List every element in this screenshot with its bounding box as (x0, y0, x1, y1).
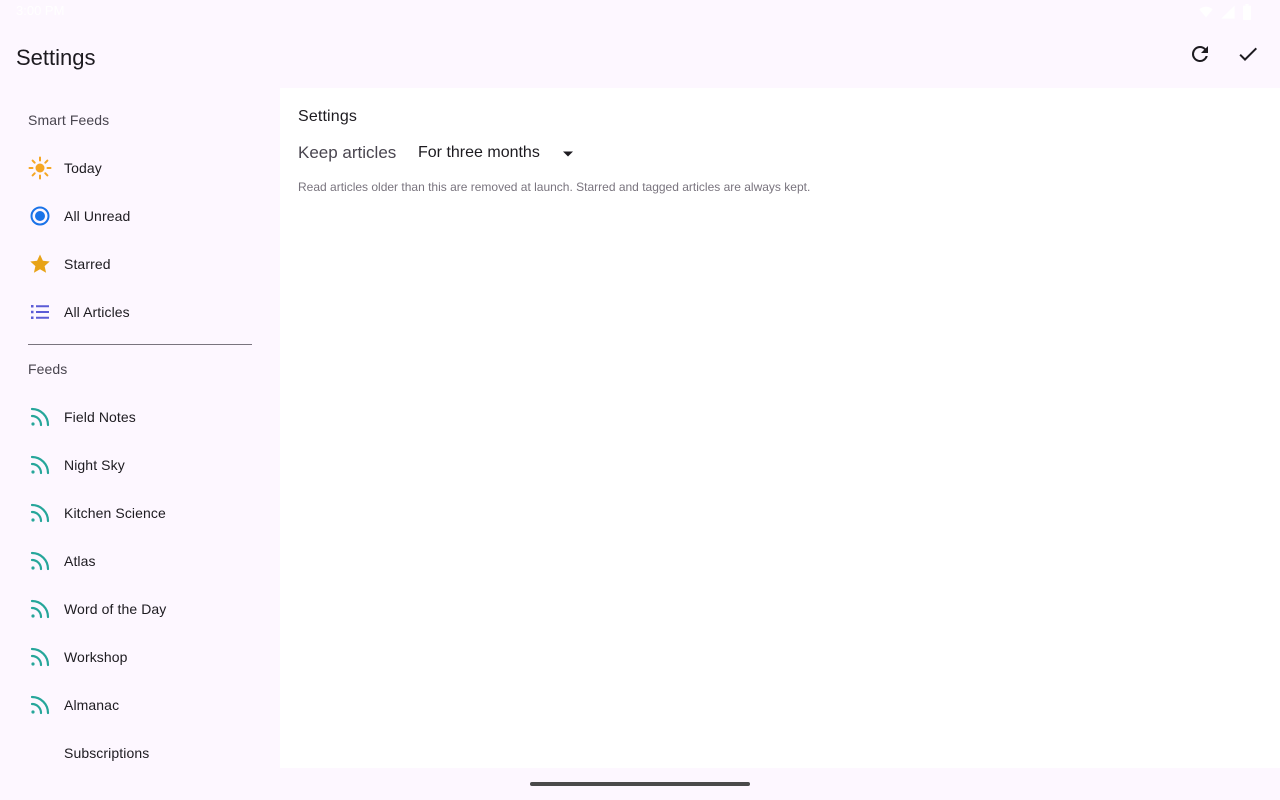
sidebar-item-all-unread[interactable]: All Unread (16, 192, 264, 240)
sidebar-item-all-articles[interactable]: All Articles (16, 288, 264, 336)
status-icons (1198, 4, 1252, 20)
sidebar-item-label: Atlas (64, 553, 96, 569)
sidebar-item-word-of-the-day[interactable]: Word of the Day (16, 585, 264, 633)
battery-icon (1242, 4, 1252, 20)
sidebar-item-label: Today (64, 160, 102, 176)
keep-articles-value: For three months (418, 144, 540, 161)
list-icon (28, 300, 52, 324)
sidebar-item-starred[interactable]: Starred (16, 240, 264, 288)
page-title: Settings (16, 45, 96, 70)
sun-icon (28, 156, 52, 180)
sidebar-item-subscriptions[interactable]: Subscriptions (16, 729, 264, 777)
sidebar-item-label: Starred (64, 256, 111, 272)
keep-articles-label: Keep articles (298, 143, 397, 162)
radio-dot-icon (28, 204, 52, 228)
done-button[interactable] (1224, 32, 1272, 80)
status-bar: 3:00 PM (0, 0, 1280, 24)
sidebar-item-kitchen-science[interactable]: Kitchen Science (16, 489, 264, 537)
sidebar-item-label: Night Sky (64, 457, 125, 473)
sidebar-item-label: Subscriptions (64, 745, 150, 761)
sidebar-item-label: Kitchen Science (64, 505, 166, 521)
keep-articles-dropdown[interactable]: For three months (418, 138, 584, 168)
sidebar-item-label: Almanac (64, 697, 120, 713)
settings-panel: Settings Keep articles For three months … (280, 88, 1280, 768)
wifi-icon (1198, 4, 1214, 20)
sidebar-item-today[interactable]: Today (16, 144, 264, 192)
rss-icon (28, 405, 52, 429)
sidebar-item-night-sky[interactable]: Night Sky (16, 441, 264, 489)
settings-title: Settings (298, 108, 358, 125)
sidebar-item-label: All Articles (64, 304, 130, 320)
app-bar: Settings (0, 24, 1280, 88)
refresh-icon (1188, 42, 1212, 71)
gesture-nav-handle[interactable] (530, 782, 750, 786)
checkmark-icon (1236, 42, 1260, 71)
sidebar-item-almanac[interactable]: Almanac (16, 681, 264, 729)
sidebar-item-label: Word of the Day (64, 601, 167, 617)
sidebar-divider (28, 344, 252, 345)
rss-icon (28, 645, 52, 669)
sidebar-item-label: Workshop (64, 649, 128, 665)
smart-feeds-header: Smart Feeds (28, 112, 110, 128)
sidebar: Smart Feeds Today All Unread Starred All… (0, 88, 280, 768)
rss-icon (28, 501, 52, 525)
sidebar-item-label: Field Notes (64, 409, 136, 425)
dropdown-arrow-icon (562, 147, 574, 165)
signal-icon (1220, 4, 1236, 20)
sidebar-item-atlas[interactable]: Atlas (16, 537, 264, 585)
rss-icon (28, 693, 52, 717)
rss-icon (28, 597, 52, 621)
rss-icon (28, 549, 52, 573)
sidebar-item-label: All Unread (64, 208, 131, 224)
sidebar-item-workshop[interactable]: Workshop (16, 633, 264, 681)
refresh-button[interactable] (1176, 32, 1224, 80)
keep-articles-help: Read articles older than this are remove… (298, 180, 811, 194)
star-icon (28, 252, 52, 276)
sidebar-item-field-notes[interactable]: Field Notes (16, 393, 264, 441)
rss-icon (28, 453, 52, 477)
feeds-header: Feeds (28, 361, 68, 377)
status-time: 3:00 PM (16, 3, 65, 18)
